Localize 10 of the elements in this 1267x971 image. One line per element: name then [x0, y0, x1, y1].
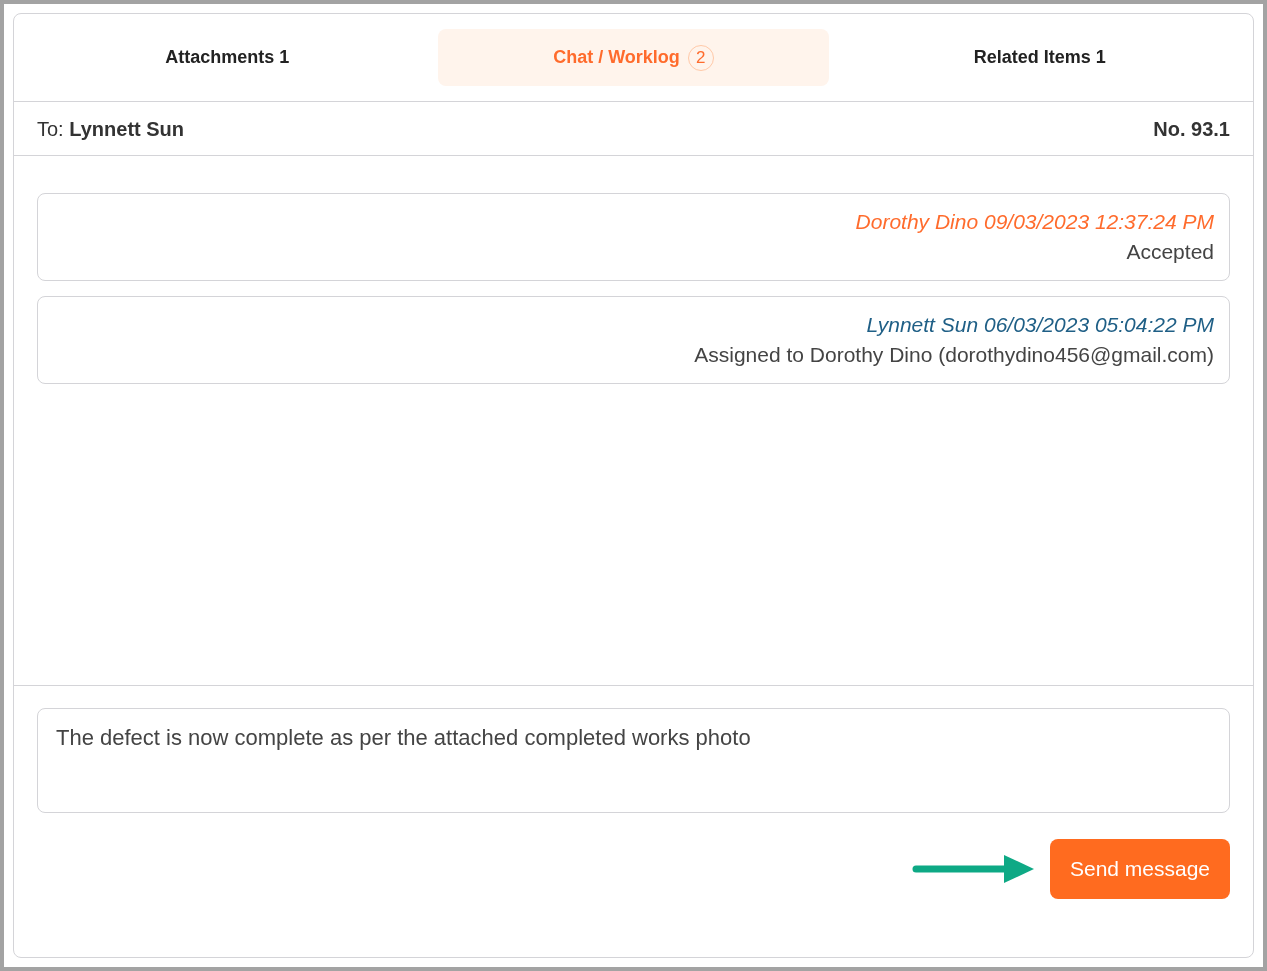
tab[interactable]: Attachments 1 [32, 29, 423, 86]
message-text: Assigned to Dorothy Dino (dorothydino456@gmail.com) [694, 343, 1214, 367]
message-field[interactable]: The defect is now complete as per the attached completed works photo [37, 708, 1230, 813]
item-number: No. 93.1 [1153, 116, 1230, 142]
message-meta: Dorothy Dino 09/03/2023 12:37:24 PM [855, 210, 1214, 234]
message-text: Accepted [1126, 240, 1214, 264]
arrow-icon [912, 853, 1036, 885]
tab[interactable]: Related Items 1 [844, 29, 1235, 86]
recipient-label: To: Lynnett Sun [37, 116, 185, 142]
message-meta: Lynnett Sun 06/03/2023 05:04:22 PM [866, 313, 1214, 337]
